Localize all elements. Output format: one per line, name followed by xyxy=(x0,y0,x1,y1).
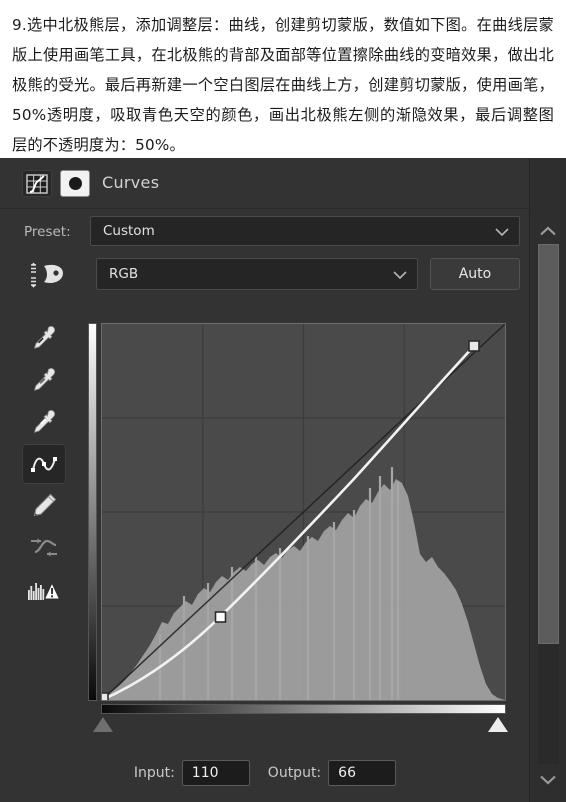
curve-point-black xyxy=(102,692,109,700)
black-input-slider[interactable] xyxy=(93,717,113,732)
output-gradient-bar xyxy=(88,323,97,701)
smooth-curve-icon[interactable] xyxy=(22,528,66,568)
curves-glyph xyxy=(26,173,48,194)
tutorial-paragraph: 9.选中北极熊层，添加调整层：曲线，创建剪切蒙版，数值如下图。在曲线层蒙版上使用… xyxy=(12,16,554,154)
curve-channel-icon[interactable] xyxy=(26,262,70,288)
curve-graph xyxy=(88,323,508,732)
preset-row: Preset: Custom xyxy=(0,216,530,250)
curve-points-glyph xyxy=(31,457,57,472)
white-input-slider[interactable] xyxy=(488,717,508,732)
eyedropper-glyph xyxy=(33,409,56,433)
panel-header: Curves xyxy=(0,158,530,209)
scrollbar-thumb[interactable] xyxy=(538,244,559,644)
black-point-eyedropper-icon[interactable] xyxy=(22,318,66,358)
pencil-draw-curve-icon[interactable] xyxy=(22,486,66,526)
chevron-up-icon[interactable] xyxy=(536,222,560,240)
chevron-down-icon xyxy=(495,222,509,241)
edit-points-curve-icon[interactable] xyxy=(22,444,66,484)
curve-plot-svg xyxy=(102,324,505,700)
tutorial-text-block: 9.选中北极熊层，添加调整层：曲线，创建剪切蒙版，数值如下图。在曲线层蒙版上使用… xyxy=(0,0,566,158)
input-output-row: Input: 110 Output: 66 xyxy=(0,754,530,792)
histogram-warning-glyph xyxy=(28,581,61,600)
histogram-warning-icon[interactable] xyxy=(22,570,66,610)
curve-point-white xyxy=(468,340,480,352)
curves-adjustment-panel: Curves Preset: Custom RGB Auto Input: 11… xyxy=(0,158,566,802)
auto-button[interactable]: Auto xyxy=(430,258,520,290)
eyedropper-glyph xyxy=(33,367,56,391)
curve-toolbar xyxy=(22,318,78,612)
preset-value: Custom xyxy=(103,223,155,239)
curves-adjustment-icon[interactable] xyxy=(22,170,52,197)
page-title: Curves xyxy=(102,173,160,192)
channel-row: RGB Auto xyxy=(0,256,530,296)
eyedropper-glyph xyxy=(33,325,56,349)
white-point-eyedropper-icon[interactable] xyxy=(22,402,66,442)
channel-value: RGB xyxy=(109,266,139,282)
gray-point-eyedropper-icon[interactable] xyxy=(22,360,66,400)
chevron-down-icon[interactable] xyxy=(536,770,560,788)
scrollbar-track[interactable] xyxy=(538,244,559,764)
input-gradient-bar xyxy=(101,704,506,714)
preset-label: Preset: xyxy=(24,224,71,240)
channel-select[interactable]: RGB xyxy=(96,258,418,290)
mask-dot-icon xyxy=(68,177,82,190)
panel-scrollbar[interactable] xyxy=(529,158,566,802)
curve-plot-area[interactable] xyxy=(101,323,506,701)
output-field[interactable]: 66 xyxy=(328,760,397,786)
output-label: Output: xyxy=(267,765,322,781)
curve-point-mid xyxy=(214,611,227,623)
layer-mask-thumbnail[interactable] xyxy=(60,170,90,197)
preset-select[interactable]: Custom xyxy=(90,216,520,246)
smooth-glyph xyxy=(31,538,57,557)
pencil-glyph xyxy=(33,493,57,517)
input-label: Input: xyxy=(133,765,175,781)
input-field[interactable]: 110 xyxy=(181,760,250,786)
channel-glyph xyxy=(31,262,63,288)
chevron-down-icon xyxy=(393,265,407,284)
